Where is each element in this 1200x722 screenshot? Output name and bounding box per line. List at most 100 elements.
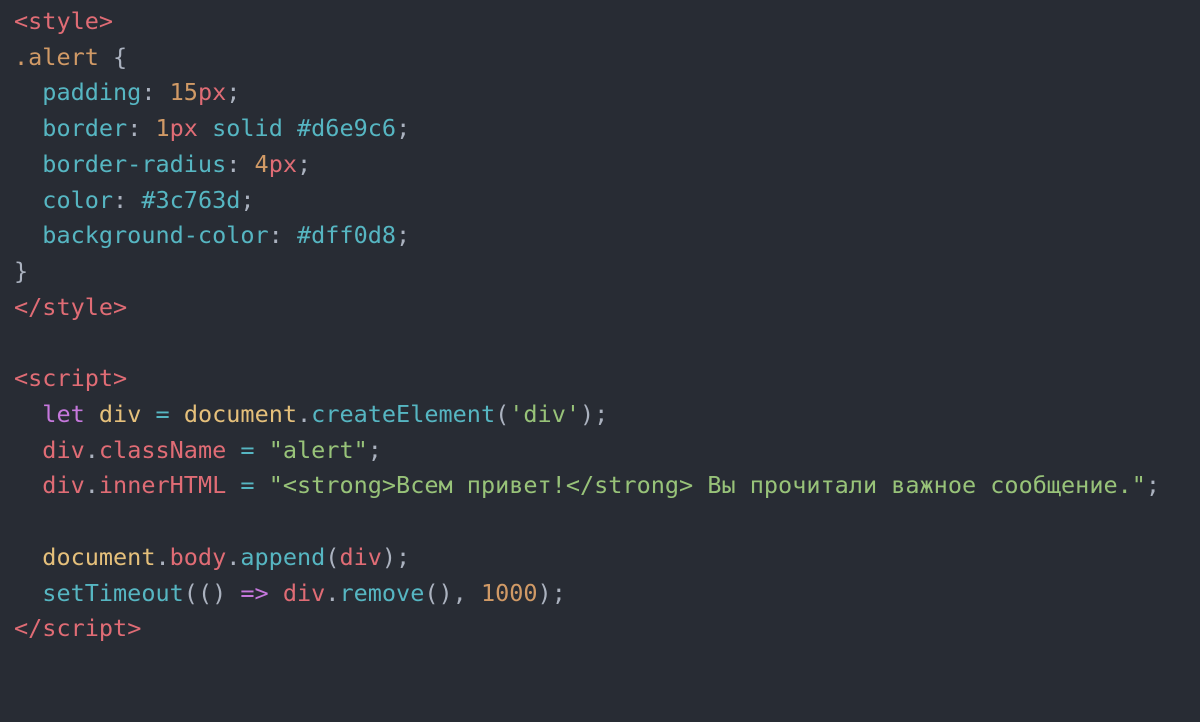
code-token: =: [240, 436, 254, 464]
code-token: 4: [255, 150, 269, 178]
code-line: setTimeout(() => div.remove(), 1000);: [14, 579, 566, 607]
code-line: padding: 15px;: [14, 78, 240, 106]
code-token: ;: [297, 150, 311, 178]
code-token: [467, 579, 481, 607]
code-token: background-color: [42, 221, 268, 249]
code-token: 1000: [481, 579, 538, 607]
code-line: <script>: [14, 364, 127, 392]
code-token: >: [113, 364, 127, 392]
code-token: >: [99, 7, 113, 35]
code-token: (: [325, 543, 339, 571]
code-line: border-radius: 4px;: [14, 150, 311, 178]
code-token: [14, 471, 42, 499]
code-token: [14, 186, 42, 214]
code-token: =: [240, 471, 254, 499]
code-token: [226, 579, 240, 607]
code-token: padding: [42, 78, 141, 106]
code-token: ;: [368, 436, 382, 464]
code-line: let div = document.createElement('div');: [14, 400, 608, 428]
code-token: [14, 543, 42, 571]
code-line: .alert {: [14, 43, 127, 71]
code-token: =>: [240, 579, 268, 607]
code-token: innerHTML: [99, 471, 226, 499]
code-line: border: 1px solid #d6e9c6;: [14, 114, 410, 142]
code-token: [14, 114, 42, 142]
code-token: 15: [170, 78, 198, 106]
code-token: #dff0d8: [297, 221, 396, 249]
code-token: :: [127, 114, 141, 142]
code-token: border: [42, 114, 127, 142]
code-token: ): [580, 400, 594, 428]
code-token: ;: [396, 221, 410, 249]
code-token: [255, 436, 269, 464]
code-token: let: [42, 400, 84, 428]
code-token: [14, 579, 42, 607]
code-token: 'div': [509, 400, 580, 428]
code-token: ): [538, 579, 552, 607]
code-token: ;: [552, 579, 566, 607]
code-token: ;: [240, 186, 254, 214]
code-token: (): [424, 579, 452, 607]
code-line: </script>: [14, 614, 141, 642]
code-token: :: [113, 186, 127, 214]
code-token: =: [156, 400, 170, 428]
code-token: [226, 436, 240, 464]
code-token: className: [99, 436, 226, 464]
code-token: body: [170, 543, 227, 571]
code-token: :: [269, 221, 283, 249]
code-token: [255, 471, 269, 499]
code-line: color: #3c763d;: [14, 186, 255, 214]
code-token: ;: [1146, 471, 1160, 499]
code-token: ,: [453, 579, 467, 607]
code-token: [85, 400, 99, 428]
code-token: script: [42, 614, 127, 642]
code-token: [283, 114, 297, 142]
code-token: [141, 114, 155, 142]
code-token: div: [339, 543, 381, 571]
code-token: [99, 43, 113, 71]
code-token: [269, 579, 283, 607]
code-token: div: [99, 400, 141, 428]
code-line: div.className = "alert";: [14, 436, 382, 464]
code-token: ;: [396, 114, 410, 142]
code-token: [156, 78, 170, 106]
code-token: div: [42, 471, 84, 499]
code-token: .alert: [14, 43, 99, 71]
code-token: [198, 114, 212, 142]
code-token: document: [42, 543, 155, 571]
code-line: }: [14, 257, 28, 285]
code-token: [14, 78, 42, 106]
code-token: script: [28, 364, 113, 392]
code-snippet: <style> .alert { padding: 15px; border: …: [0, 0, 1200, 661]
code-token: <: [14, 364, 28, 392]
code-token: setTimeout: [42, 579, 183, 607]
code-token: style: [42, 293, 113, 321]
code-token: (: [495, 400, 509, 428]
code-token: </: [14, 293, 42, 321]
code-token: remove: [339, 579, 424, 607]
code-token: color: [42, 186, 113, 214]
code-token: [14, 400, 42, 428]
code-token: .: [155, 543, 169, 571]
code-token: >: [113, 293, 127, 321]
code-token: [14, 221, 42, 249]
code-line: div.innerHTML = "<strong>Всем привет!</s…: [14, 471, 1160, 499]
code-token: <: [14, 7, 28, 35]
code-token: [14, 150, 42, 178]
code-token: [240, 150, 254, 178]
code-token: ;: [226, 78, 240, 106]
code-token: px: [269, 150, 297, 178]
code-token: .: [226, 543, 240, 571]
code-token: px: [198, 78, 226, 106]
code-line: document.body.append(div);: [14, 543, 410, 571]
code-token: div: [42, 436, 84, 464]
code-token: {: [113, 43, 127, 71]
code-token: [141, 400, 155, 428]
code-token: append: [240, 543, 325, 571]
code-token: div: [283, 579, 325, 607]
code-line: </style>: [14, 293, 127, 321]
code-token: #3c763d: [141, 186, 240, 214]
code-token: document: [184, 400, 297, 428]
code-token: [127, 186, 141, 214]
code-token: :: [141, 78, 155, 106]
